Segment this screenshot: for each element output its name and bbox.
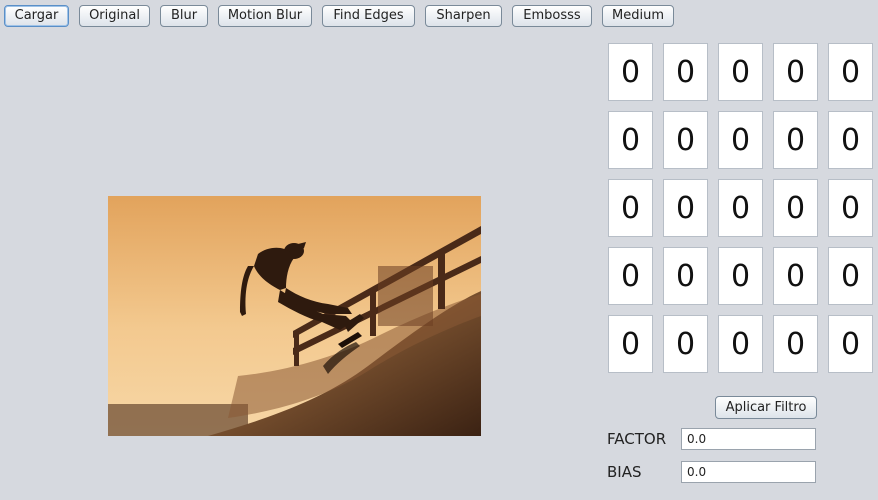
kernel-cell[interactable]: 0 (718, 247, 763, 305)
kernel-cell[interactable]: 0 (828, 111, 873, 169)
find-edges-button[interactable]: Find Edges (322, 5, 415, 27)
kernel-cell[interactable]: 0 (663, 179, 708, 237)
medium-button[interactable]: Medium (602, 5, 674, 27)
filter-toolbar: Cargar Original Blur Motion Blur Find Ed… (0, 0, 878, 32)
kernel-cell[interactable]: 0 (828, 179, 873, 237)
kernel-cell[interactable]: 0 (773, 111, 818, 169)
kernel-cell[interactable]: 0 (718, 315, 763, 373)
motion-blur-button[interactable]: Motion Blur (218, 5, 312, 27)
kernel-cell[interactable]: 0 (773, 247, 818, 305)
load-button[interactable]: Cargar (4, 5, 69, 27)
kernel-cell[interactable]: 0 (773, 43, 818, 101)
bias-field[interactable]: 0.0 (681, 461, 816, 483)
kernel-cell[interactable]: 0 (663, 111, 708, 169)
kernel-matrix: 0 0 0 0 0 0 0 0 0 0 0 0 0 0 0 0 0 0 0 0 … (608, 43, 876, 375)
kernel-cell[interactable]: 0 (828, 315, 873, 373)
apply-filter-button[interactable]: Aplicar Filtro (715, 396, 817, 419)
kernel-cell[interactable]: 0 (828, 247, 873, 305)
kernel-cell[interactable]: 0 (608, 315, 653, 373)
kernel-cell[interactable]: 0 (663, 43, 708, 101)
kernel-cell[interactable]: 0 (608, 179, 653, 237)
kernel-cell[interactable]: 0 (608, 43, 653, 101)
bias-label: BIAS (607, 463, 642, 481)
blur-button[interactable]: Blur (160, 5, 208, 27)
kernel-cell[interactable]: 0 (608, 111, 653, 169)
emboss-button[interactable]: Embosss (512, 5, 592, 27)
kernel-cell[interactable]: 0 (718, 43, 763, 101)
factor-label: FACTOR (607, 430, 667, 448)
kernel-cell[interactable]: 0 (773, 179, 818, 237)
kernel-cell[interactable]: 0 (608, 247, 653, 305)
kernel-cell[interactable]: 0 (663, 315, 708, 373)
kernel-cell[interactable]: 0 (663, 247, 708, 305)
kernel-cell[interactable]: 0 (718, 111, 763, 169)
sharpen-button[interactable]: Sharpen (425, 5, 502, 27)
factor-field[interactable]: 0.0 (681, 428, 816, 450)
original-button[interactable]: Original (79, 5, 150, 27)
kernel-cell[interactable]: 0 (718, 179, 763, 237)
kernel-cell[interactable]: 0 (828, 43, 873, 101)
loaded-image (108, 196, 481, 436)
skateboarder-photo-icon (108, 196, 481, 436)
kernel-cell[interactable]: 0 (773, 315, 818, 373)
